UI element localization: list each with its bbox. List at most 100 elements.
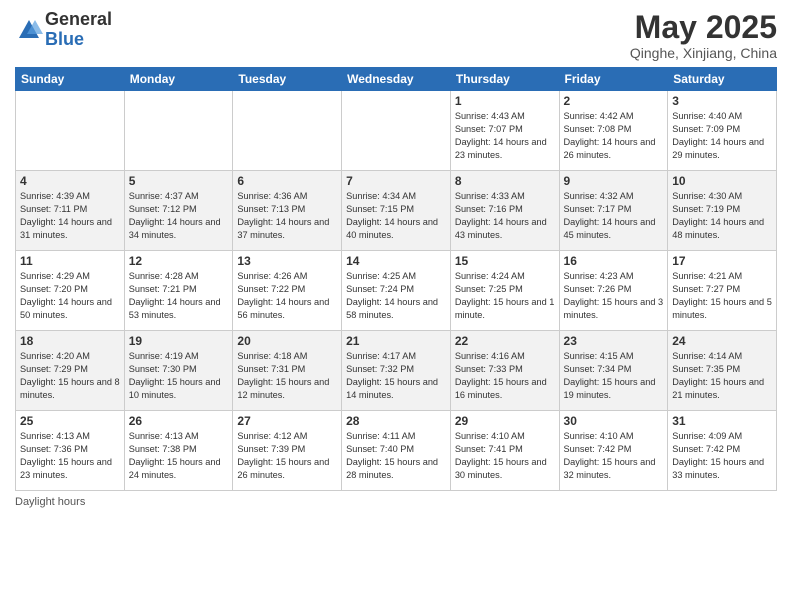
table-row: 13 Sunrise: 4:26 AM Sunset: 7:22 PM Dayli… [233, 251, 342, 331]
table-row: 21 Sunrise: 4:17 AM Sunset: 7:32 PM Dayli… [342, 331, 451, 411]
calendar-week-row: 25Sunrise: 4:13 AM Sunset: 7:36 PM Dayli… [16, 411, 777, 491]
day-info: Sunrise: 4:32 AM Sunset: 7:17 PM Dayligh… [564, 190, 664, 242]
calendar-week-row: 11Sunrise: 4:29 AM Sunset: 7:20 PM Dayli… [16, 251, 777, 331]
table-row [124, 91, 233, 171]
day-info: Sunrise: 4:30 AM Sunset: 7:19 PM Dayligh… [672, 190, 772, 242]
day-info: Sunrise: 4:14 AM Sunset: 7:35 PM Dayligh… [672, 350, 772, 402]
day-number: 8 [455, 174, 555, 188]
day-number: 26 [129, 414, 229, 428]
col-tuesday: Tuesday [233, 68, 342, 91]
calendar-table: Sunday Monday Tuesday Wednesday Thursday… [15, 67, 777, 491]
table-row: 18 Sunrise: 4:20 AM Sunset: 7:29 PM Dayli… [16, 331, 125, 411]
day-number: 11 [20, 254, 120, 268]
table-row [342, 91, 451, 171]
day-info: Sunrise: 4:21 AM Sunset: 7:27 PM Dayligh… [672, 270, 772, 322]
logo-icon [15, 16, 43, 44]
day-number: 5 [129, 174, 229, 188]
table-row: 2Sunrise: 4:42 AM Sunset: 7:08 PM Daylig… [559, 91, 668, 171]
day-info: Sunrise: 4:20 AM Sunset: 7:29 PM Dayligh… [20, 350, 120, 402]
table-row: 1Sunrise: 4:43 AM Sunset: 7:07 PM Daylig… [450, 91, 559, 171]
day-number: 25 [20, 414, 120, 428]
table-row: 3 Sunrise: 4:40 AM Sunset: 7:09 PM Daylig… [668, 91, 777, 171]
day-info: Sunrise: 4:17 AM Sunset: 7:32 PM Dayligh… [346, 350, 446, 402]
table-row: 29Sunrise: 4:10 AM Sunset: 7:41 PM Dayli… [450, 411, 559, 491]
table-row: 24 Sunrise: 4:14 AM Sunset: 7:35 PM Dayli… [668, 331, 777, 411]
day-number: 22 [455, 334, 555, 348]
day-number: 18 [20, 334, 120, 348]
table-row: 4 Sunrise: 4:39 AM Sunset: 7:11 PM Daylig… [16, 171, 125, 251]
col-thursday: Thursday [450, 68, 559, 91]
logo-blue: Blue [45, 30, 112, 50]
day-info: Sunrise: 4:37 AM Sunset: 7:12 PM Dayligh… [129, 190, 229, 242]
day-number: 13 [237, 254, 337, 268]
day-info: Sunrise: 4:36 AM Sunset: 7:13 PM Dayligh… [237, 190, 337, 242]
logo-text: General Blue [45, 10, 112, 50]
day-info: Sunrise: 4:10 AM Sunset: 7:42 PM Dayligh… [564, 430, 664, 482]
day-number: 21 [346, 334, 446, 348]
day-info: Sunrise: 4:34 AM Sunset: 7:15 PM Dayligh… [346, 190, 446, 242]
table-row: 15 Sunrise: 4:24 AM Sunset: 7:25 PM Dayli… [450, 251, 559, 331]
logo: General Blue [15, 10, 112, 50]
table-row: 17 Sunrise: 4:21 AM Sunset: 7:27 PM Dayli… [668, 251, 777, 331]
col-wednesday: Wednesday [342, 68, 451, 91]
day-info: Sunrise: 4:26 AM Sunset: 7:22 PM Dayligh… [237, 270, 337, 322]
day-info: Sunrise: 4:13 AM Sunset: 7:38 PM Dayligh… [129, 430, 229, 482]
table-row: 7Sunrise: 4:34 AM Sunset: 7:15 PM Daylig… [342, 171, 451, 251]
col-friday: Friday [559, 68, 668, 91]
table-row: 26 Sunrise: 4:13 AM Sunset: 7:38 PM Dayli… [124, 411, 233, 491]
day-number: 6 [237, 174, 337, 188]
day-info: Sunrise: 4:23 AM Sunset: 7:26 PM Dayligh… [564, 270, 664, 322]
day-number: 19 [129, 334, 229, 348]
table-row: 27 Sunrise: 4:12 AM Sunset: 7:39 PM Dayli… [233, 411, 342, 491]
table-row: 14Sunrise: 4:25 AM Sunset: 7:24 PM Dayli… [342, 251, 451, 331]
month-title: May 2025 [630, 10, 777, 45]
table-row [233, 91, 342, 171]
day-number: 9 [564, 174, 664, 188]
col-saturday: Saturday [668, 68, 777, 91]
day-number: 12 [129, 254, 229, 268]
day-info: Sunrise: 4:11 AM Sunset: 7:40 PM Dayligh… [346, 430, 446, 482]
table-row: 25Sunrise: 4:13 AM Sunset: 7:36 PM Dayli… [16, 411, 125, 491]
table-row [16, 91, 125, 171]
table-row: 9 Sunrise: 4:32 AM Sunset: 7:17 PM Daylig… [559, 171, 668, 251]
footer: Daylight hours [15, 496, 777, 508]
page: General Blue May 2025 Qinghe, Xinjiang, … [0, 0, 792, 612]
table-row: 10 Sunrise: 4:30 AM Sunset: 7:19 PM Dayli… [668, 171, 777, 251]
day-info: Sunrise: 4:40 AM Sunset: 7:09 PM Dayligh… [672, 110, 772, 162]
day-info: Sunrise: 4:19 AM Sunset: 7:30 PM Dayligh… [129, 350, 229, 402]
day-number: 4 [20, 174, 120, 188]
day-info: Sunrise: 4:15 AM Sunset: 7:34 PM Dayligh… [564, 350, 664, 402]
table-row: 12Sunrise: 4:28 AM Sunset: 7:21 PM Dayli… [124, 251, 233, 331]
calendar-week-row: 1Sunrise: 4:43 AM Sunset: 7:07 PM Daylig… [16, 91, 777, 171]
day-number: 3 [672, 94, 772, 108]
day-number: 27 [237, 414, 337, 428]
day-info: Sunrise: 4:18 AM Sunset: 7:31 PM Dayligh… [237, 350, 337, 402]
table-row: 28 Sunrise: 4:11 AM Sunset: 7:40 PM Dayli… [342, 411, 451, 491]
daylight-label: Daylight hours [15, 496, 85, 508]
calendar-header-row: Sunday Monday Tuesday Wednesday Thursday… [16, 68, 777, 91]
day-info: Sunrise: 4:12 AM Sunset: 7:39 PM Dayligh… [237, 430, 337, 482]
logo-general: General [45, 10, 112, 30]
day-number: 31 [672, 414, 772, 428]
day-number: 10 [672, 174, 772, 188]
day-number: 15 [455, 254, 555, 268]
table-row: 8Sunrise: 4:33 AM Sunset: 7:16 PM Daylig… [450, 171, 559, 251]
day-info: Sunrise: 4:24 AM Sunset: 7:25 PM Dayligh… [455, 270, 555, 322]
day-number: 17 [672, 254, 772, 268]
table-row: 16Sunrise: 4:23 AM Sunset: 7:26 PM Dayli… [559, 251, 668, 331]
table-row: 22 Sunrise: 4:16 AM Sunset: 7:33 PM Dayli… [450, 331, 559, 411]
col-monday: Monday [124, 68, 233, 91]
day-info: Sunrise: 4:09 AM Sunset: 7:42 PM Dayligh… [672, 430, 772, 482]
day-number: 1 [455, 94, 555, 108]
day-number: 28 [346, 414, 446, 428]
day-number: 30 [564, 414, 664, 428]
calendar-week-row: 4 Sunrise: 4:39 AM Sunset: 7:11 PM Daylig… [16, 171, 777, 251]
day-info: Sunrise: 4:39 AM Sunset: 7:11 PM Dayligh… [20, 190, 120, 242]
day-info: Sunrise: 4:10 AM Sunset: 7:41 PM Dayligh… [455, 430, 555, 482]
table-row: 23Sunrise: 4:15 AM Sunset: 7:34 PM Dayli… [559, 331, 668, 411]
day-number: 24 [672, 334, 772, 348]
table-row: 11Sunrise: 4:29 AM Sunset: 7:20 PM Dayli… [16, 251, 125, 331]
day-info: Sunrise: 4:16 AM Sunset: 7:33 PM Dayligh… [455, 350, 555, 402]
table-row: 30 Sunrise: 4:10 AM Sunset: 7:42 PM Dayli… [559, 411, 668, 491]
title-block: May 2025 Qinghe, Xinjiang, China [630, 10, 777, 61]
